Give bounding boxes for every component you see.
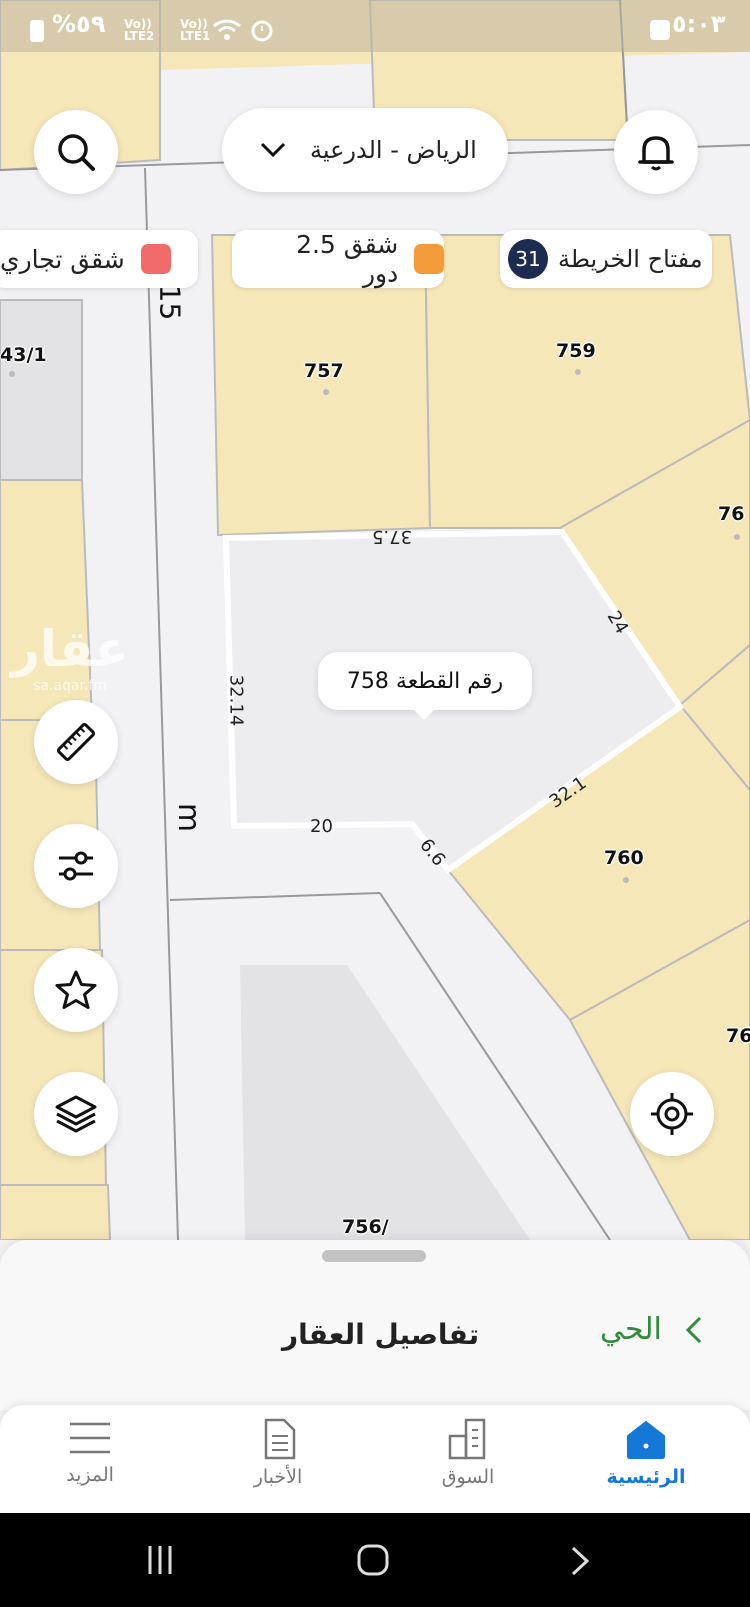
location-label: الرياض - الدرعية (310, 136, 477, 164)
notifications-button[interactable] (614, 110, 698, 194)
back-icon[interactable] (570, 1545, 590, 1577)
recent-apps-icon[interactable] (144, 1544, 176, 1576)
legend-chip-label: شقق 2.5 دور (296, 230, 399, 288)
district-link-label: الحي (600, 1312, 662, 1347)
buildings-icon (448, 1418, 486, 1460)
crosshair-icon (651, 1093, 693, 1135)
dimension-left: 32.14 (225, 674, 247, 727)
location-selector[interactable]: الرياض - الدرعية (222, 108, 508, 192)
nav-market[interactable]: السوق (408, 1418, 528, 1508)
layers-button[interactable] (34, 1072, 118, 1156)
wifi-icon (213, 19, 241, 40)
status-time: ٥:٠٣ (672, 10, 726, 38)
plot-76-label[interactable]: 76 (718, 503, 744, 525)
legend-chip-apartments-2.5[interactable]: شقق 2.5 دور (232, 230, 444, 288)
sliders-icon (59, 851, 93, 881)
ruler-icon (56, 722, 96, 762)
dimension-bottom: 20 (310, 816, 333, 837)
watermark: عقار sa.aqar.fm (10, 620, 130, 694)
bell-icon (638, 136, 674, 171)
district-link[interactable]: الحي (600, 1312, 702, 1347)
nav-news[interactable]: الأخبار (218, 1418, 338, 1508)
chevron-down-icon (260, 142, 286, 158)
search-icon (58, 134, 95, 171)
my-location-button[interactable] (630, 1072, 714, 1156)
nav-more[interactable]: المزيد (30, 1418, 150, 1508)
favorites-button[interactable] (34, 948, 118, 1032)
nav-news-label: الأخبار (253, 1466, 303, 1488)
watermark-logo: عقار (11, 620, 129, 678)
filter-button[interactable] (34, 824, 118, 908)
map-key-chip[interactable]: 31 مفتاح الخريطة (500, 230, 712, 288)
home-system-icon[interactable] (356, 1543, 390, 1577)
home-icon (627, 1421, 665, 1459)
street-label-15: 15 (153, 284, 187, 321)
watermark-url: sa.aqar.fm (33, 678, 107, 694)
plot-757-label[interactable]: 757 (304, 360, 344, 382)
property-details-title: تفاصيل العقار (282, 1318, 480, 1351)
plot-76b-label[interactable]: 76 (726, 1025, 750, 1047)
legend-chip-commercial-apartments[interactable]: شقق تجاري (0, 230, 198, 288)
nav-more-label: المزيد (66, 1464, 114, 1486)
plot-759-label[interactable]: 759 (556, 340, 596, 362)
news-icon (264, 1418, 296, 1460)
chevron-left-icon (685, 1316, 701, 1343)
street-label-m-left: m (171, 802, 207, 833)
alarm-clock-icon (650, 20, 670, 40)
sheet-drag-handle[interactable] (322, 1250, 426, 1262)
nav-home[interactable]: الرئيسية (586, 1418, 706, 1508)
search-button[interactable] (34, 110, 118, 194)
map-key-count: 31 (508, 239, 548, 279)
status-battery: %٥٩ (52, 10, 106, 38)
selected-plot-tooltip[interactable]: رقم القطعة 758 (318, 652, 532, 720)
plot-760-label[interactable]: 760 (604, 847, 644, 869)
legend-chip-label: شقق تجاري (0, 244, 125, 274)
status-bar (0, 0, 750, 52)
layers-icon (55, 1095, 97, 1133)
alarm-icon (251, 20, 273, 42)
measure-button[interactable] (34, 700, 118, 784)
plot-43-label[interactable]: 43/1 (0, 344, 47, 366)
map-key-label: مفتاح الخريطة (558, 245, 703, 273)
battery-icon (30, 20, 44, 42)
selected-plot-label: رقم القطعة 758 (346, 668, 504, 694)
menu-icon (70, 1422, 110, 1454)
plot-756-label[interactable]: 756/ (342, 1216, 389, 1238)
nav-market-label: السوق (441, 1466, 495, 1488)
dimension-top: 37.5 (372, 526, 413, 547)
legend-swatch-red (140, 244, 171, 274)
legend-swatch-orange (414, 244, 444, 274)
star-icon (55, 970, 97, 1009)
nav-home-label: الرئيسية (606, 1466, 686, 1488)
status-network-1: Vo)) LTE2 (124, 17, 155, 43)
